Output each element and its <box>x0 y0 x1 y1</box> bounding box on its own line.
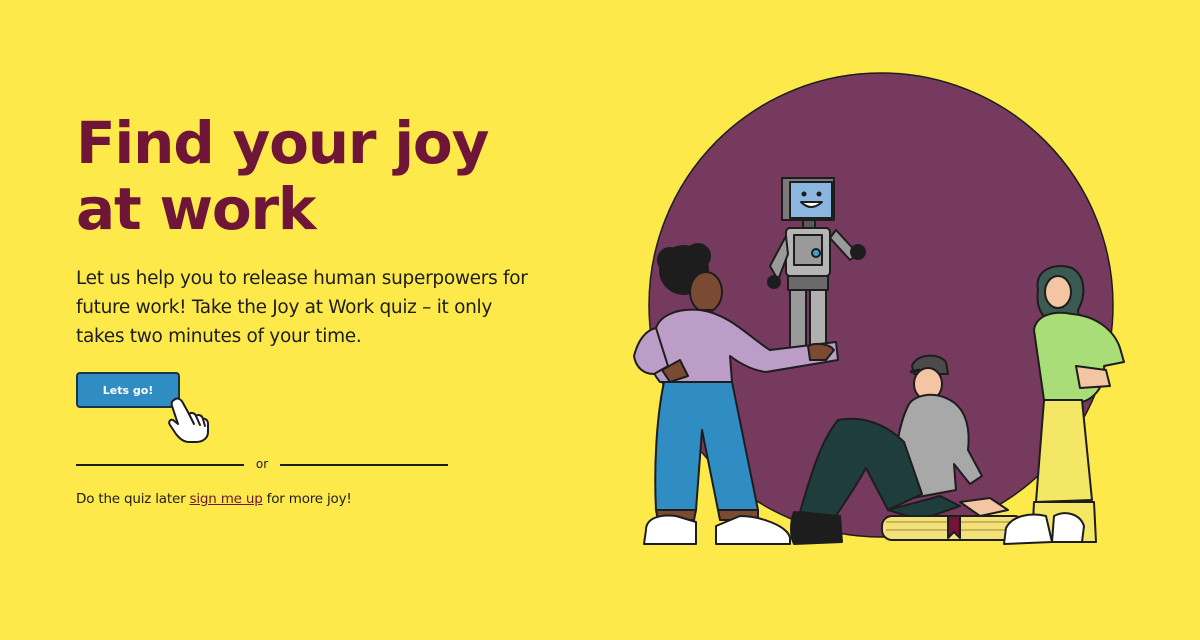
divider-right-line <box>280 464 448 466</box>
divider-or-label: or <box>255 457 269 471</box>
signup-prefix: Do the quiz later <box>76 491 190 507</box>
page-title: Find your joy at work <box>76 109 489 243</box>
divider-left-line <box>76 464 244 466</box>
signup-suffix: for more joy! <box>262 491 352 507</box>
signup-prompt: Do the quiz later sign me up for more jo… <box>76 491 352 507</box>
hero-description: Let us help you to release human superpo… <box>76 268 528 347</box>
hero-illustration <box>633 72 1125 546</box>
sign-me-up-link[interactable]: sign me up <box>190 491 263 507</box>
pointing-hand-cursor-icon <box>168 397 209 443</box>
